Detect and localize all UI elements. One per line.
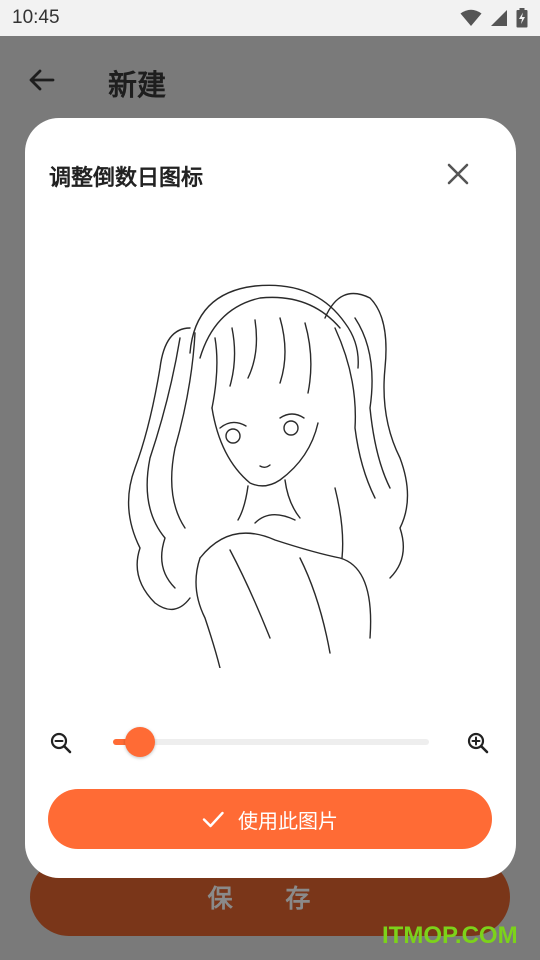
check-icon xyxy=(202,811,224,828)
zoom-out-icon[interactable] xyxy=(49,731,73,755)
slider-thumb[interactable] xyxy=(124,727,155,757)
page-title: 新建 xyxy=(108,68,167,102)
status-bar: 10:45 xyxy=(0,0,540,36)
adjust-icon-dialog: 调整倒数日图标 使用此图片 xyxy=(25,118,516,878)
zoom-slider[interactable] xyxy=(113,724,429,760)
watermark: ITMOP.COM xyxy=(382,922,518,949)
status-icons xyxy=(460,8,528,28)
wifi-icon xyxy=(460,9,482,26)
dialog-title: 调整倒数日图标 xyxy=(49,166,204,191)
app-bar: 新建 xyxy=(0,36,540,126)
cell-signal-icon xyxy=(491,10,507,26)
arrow-left-icon[interactable] xyxy=(26,64,58,96)
use-image-button[interactable]: 使用此图片 xyxy=(48,789,492,849)
close-icon[interactable] xyxy=(444,160,472,188)
screen: 10:45 新建 保 存 调整倒数日图标 使用此图片 ITMOP.COM xyxy=(0,0,540,960)
preview-image[interactable] xyxy=(120,258,420,668)
battery-charging-icon xyxy=(516,8,528,28)
zoom-in-icon[interactable] xyxy=(466,731,490,755)
status-time: 10:45 xyxy=(12,7,60,28)
slider-track xyxy=(113,739,429,745)
zoom-row xyxy=(25,724,516,760)
use-image-label: 使用此图片 xyxy=(238,808,338,833)
